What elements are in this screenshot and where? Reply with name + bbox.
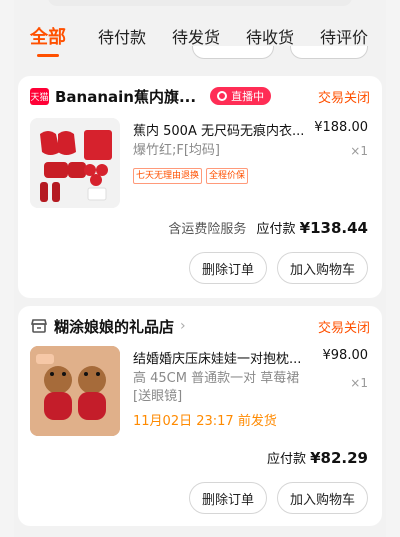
- product-image: [30, 118, 120, 208]
- order-amount: ¥82.29: [310, 449, 368, 467]
- product-thumbnail[interactable]: [30, 118, 120, 208]
- shop-name[interactable]: Bananain蕉内旗...: [55, 86, 196, 107]
- tab-peek-right: [290, 46, 368, 59]
- tab-all[interactable]: 全部: [30, 23, 66, 49]
- order-actions: 删除订单 加入购物车: [188, 252, 368, 284]
- shop-name[interactable]: 糊涂娘娘的礼品店: [54, 316, 174, 337]
- product-image: [30, 346, 120, 436]
- delete-order-button[interactable]: 删除订单: [188, 252, 267, 284]
- chevron-right-icon: ›: [180, 318, 186, 334]
- shipping-deadline: 11月02日 23:17 前发货: [133, 414, 277, 429]
- live-label: 直播中: [231, 90, 265, 103]
- add-to-cart-button[interactable]: 加入购物车: [276, 252, 368, 284]
- shipping-insurance-label: 含运费险服务: [168, 222, 247, 237]
- product-sku-line: [送眼镜]: [133, 389, 183, 404]
- delete-order-button[interactable]: 删除订单: [188, 482, 267, 514]
- add-to-cart-button[interactable]: 加入购物车: [276, 482, 368, 514]
- order-status: 交易关闭: [317, 90, 370, 106]
- product-sku-line: 高 45CM 普通款一对 草莓裙: [133, 371, 300, 386]
- pay-label: 应付款: [256, 222, 296, 237]
- product-quantity: ×1: [350, 376, 368, 390]
- shop-row[interactable]: 糊涂娘娘的礼品店 › 交易关闭: [30, 316, 370, 336]
- service-tags: 七天无理由退换 全程价保: [133, 168, 249, 184]
- live-badge[interactable]: 直播中: [210, 87, 272, 105]
- order-card: 糊涂娘娘的礼品店 › 交易关闭 结婚婚庆压床娃娃一对抱枕... ¥98.00 高…: [18, 306, 382, 526]
- live-icon: [217, 91, 228, 101]
- order-actions: 删除订单 加入购物车: [188, 482, 368, 514]
- order-amount: ¥138.44: [299, 219, 368, 237]
- tab-pending-receipt[interactable]: 待收货: [246, 24, 294, 48]
- product-price: ¥98.00: [322, 348, 369, 363]
- order-card: 天猫 Bananain蕉内旗... 直播中 交易关闭 蕉内 500A 无尺码无痕…: [18, 76, 382, 298]
- tab-pending-shipment[interactable]: 待发货: [172, 24, 220, 48]
- service-tag: 七天无理由退换: [133, 168, 203, 184]
- product-quantity: ×1: [350, 144, 368, 158]
- tab-pending-review[interactable]: 待评价: [320, 24, 368, 48]
- shop-row[interactable]: 天猫 Bananain蕉内旗... 直播中 交易关闭: [30, 86, 370, 106]
- store-icon: [30, 319, 48, 333]
- search-bar-top[interactable]: [48, 0, 352, 6]
- order-summary: 含运费险服务 应付款 ¥138.44: [168, 218, 368, 237]
- product-price: ¥188.00: [314, 120, 368, 135]
- tmall-badge: 天猫: [30, 87, 49, 105]
- product-sku: 高 45CM 普通款一对 草莓裙 [送眼镜]: [133, 370, 299, 406]
- tab-pending-payment[interactable]: 待付款: [98, 24, 146, 48]
- product-sku: 爆竹红;F[均码]: [133, 143, 221, 158]
- order-summary: 应付款 ¥82.29: [267, 448, 368, 467]
- order-status: 交易关闭: [317, 320, 370, 336]
- pay-label: 应付款: [266, 452, 306, 467]
- product-thumbnail[interactable]: [30, 346, 120, 436]
- service-tag: 全程价保: [206, 168, 249, 184]
- tab-peek-left: [192, 46, 274, 59]
